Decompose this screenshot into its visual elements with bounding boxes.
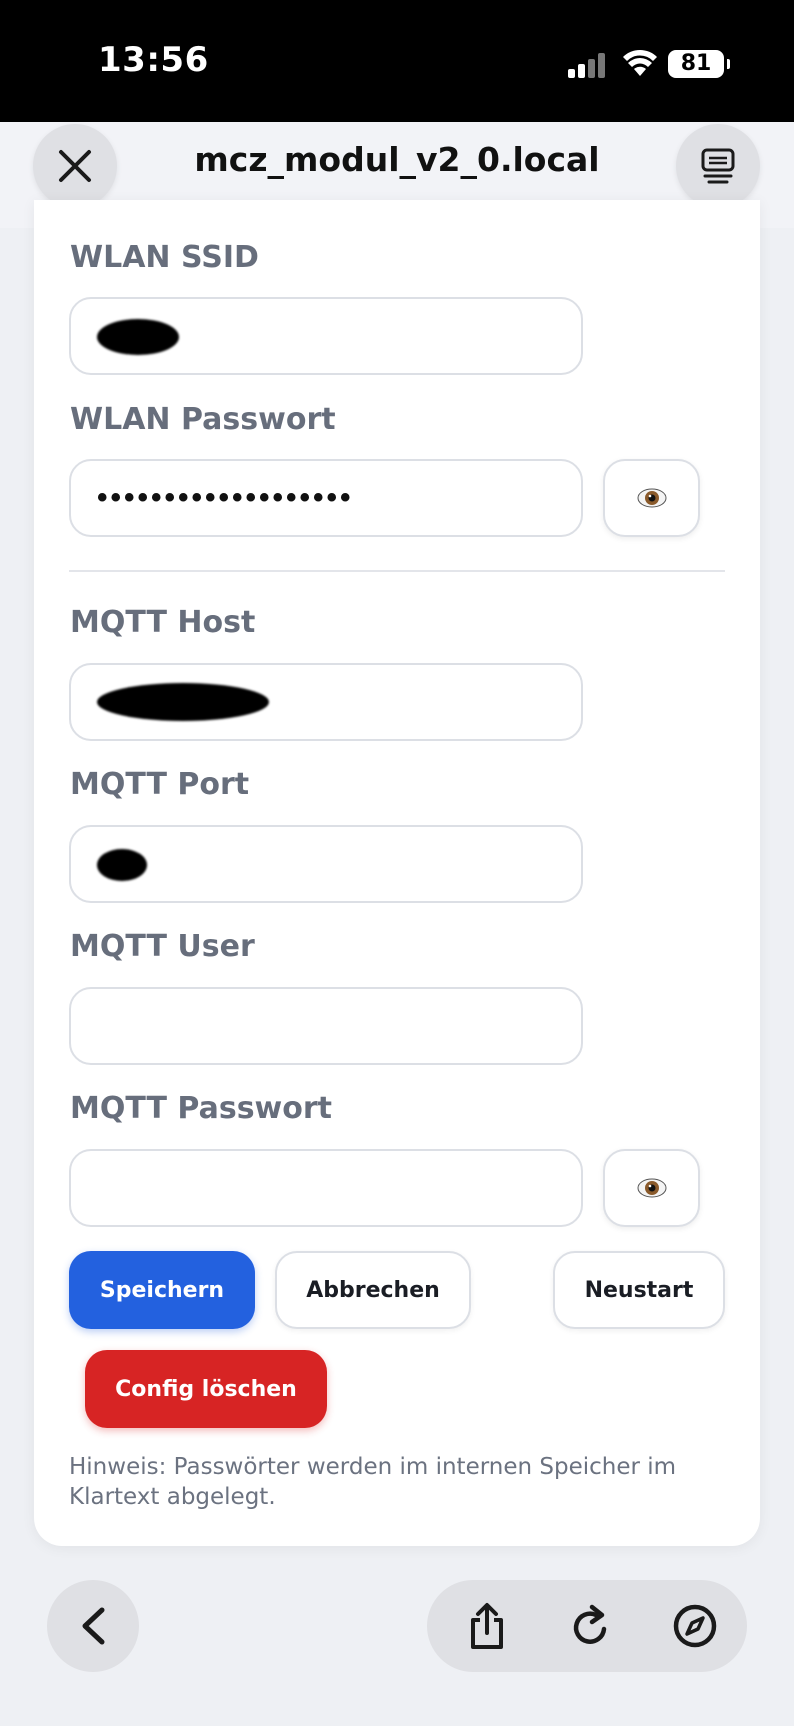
chevron-left-icon bbox=[82, 1607, 105, 1645]
toggle-wlan-password-button[interactable] bbox=[603, 459, 700, 537]
section-divider bbox=[69, 570, 725, 572]
wifi-icon bbox=[623, 49, 657, 76]
eye-icon bbox=[637, 488, 666, 508]
mqtt-password-label: MQTT Passwort bbox=[70, 1091, 333, 1126]
wlan-ssid-input[interactable] bbox=[69, 297, 583, 375]
mqtt-user-label: MQTT User bbox=[70, 929, 255, 964]
cancel-button[interactable]: Abbrechen bbox=[275, 1251, 471, 1329]
restart-button[interactable]: Neustart bbox=[553, 1251, 725, 1329]
mqtt-host-label: MQTT Host bbox=[70, 605, 256, 640]
compass-button[interactable] bbox=[649, 1580, 741, 1672]
status-time: 13:56 bbox=[98, 40, 209, 80]
toolbar-action-group bbox=[427, 1580, 747, 1672]
wlan-password-label: WLAN Passwort bbox=[70, 402, 336, 437]
hint-text: Hinweis: Passwörter werden im internen S… bbox=[69, 1454, 677, 1510]
back-button[interactable] bbox=[47, 1580, 139, 1672]
redacted-text bbox=[97, 319, 179, 355]
redacted-text bbox=[97, 683, 269, 721]
close-button[interactable] bbox=[33, 124, 117, 208]
mqtt-user-input[interactable] bbox=[69, 987, 583, 1065]
battery-indicator: 81 bbox=[668, 50, 730, 78]
reader-icon bbox=[701, 148, 735, 184]
mqtt-port-label: MQTT Port bbox=[70, 767, 250, 802]
save-button[interactable]: Speichern bbox=[69, 1251, 255, 1329]
compass-icon bbox=[673, 1604, 717, 1648]
wlan-ssid-label: WLAN SSID bbox=[70, 240, 259, 275]
share-icon bbox=[471, 1603, 503, 1649]
reload-icon bbox=[573, 1604, 607, 1644]
share-button[interactable] bbox=[441, 1580, 533, 1672]
status-bar: 13:56 81 bbox=[0, 0, 794, 122]
delete-config-button[interactable]: Config löschen bbox=[85, 1350, 327, 1428]
reload-button[interactable] bbox=[545, 1580, 637, 1672]
url-title[interactable]: mcz_modul_v2_0.local bbox=[120, 140, 674, 179]
redacted-text bbox=[97, 849, 147, 881]
wlan-password-input[interactable]: ••••••••••••••••••• bbox=[69, 459, 583, 537]
mqtt-password-input[interactable] bbox=[69, 1149, 583, 1227]
eye-icon bbox=[637, 1178, 666, 1198]
close-icon bbox=[59, 150, 91, 182]
cellular-signal-icon bbox=[568, 52, 608, 78]
mqtt-host-input[interactable] bbox=[69, 663, 583, 741]
mqtt-port-input[interactable] bbox=[69, 825, 583, 903]
reader-menu-button[interactable] bbox=[676, 124, 760, 208]
toggle-mqtt-password-button[interactable] bbox=[603, 1149, 700, 1227]
